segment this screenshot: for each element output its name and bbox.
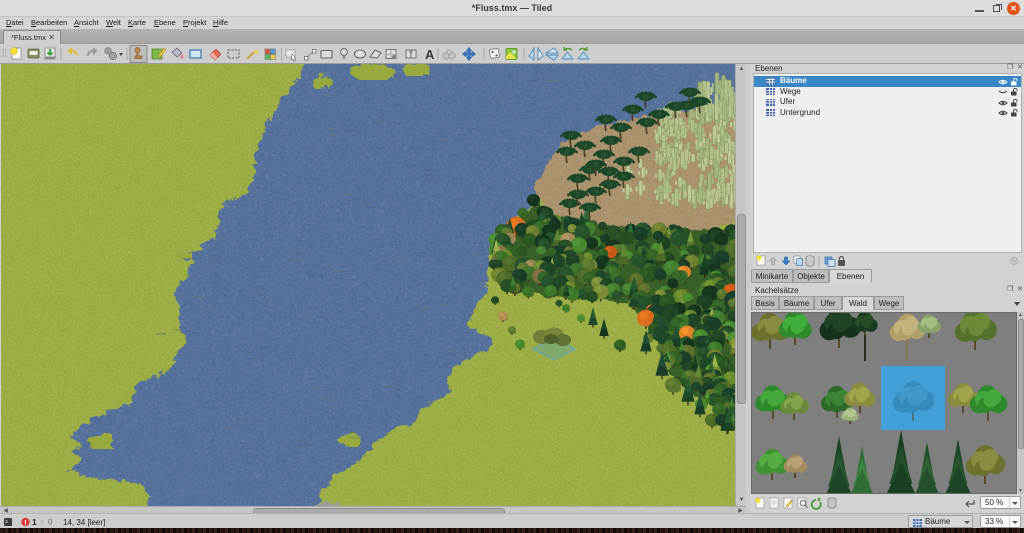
- svg-text:0: 0: [48, 518, 53, 527]
- svg-text:1: 1: [32, 517, 37, 527]
- svg-text:14, 34 [leer]: 14, 34 [leer]: [63, 518, 105, 527]
- svg-text:!: !: [24, 518, 27, 527]
- svg-text:!: !: [41, 518, 43, 527]
- svg-text:A: A: [425, 47, 435, 62]
